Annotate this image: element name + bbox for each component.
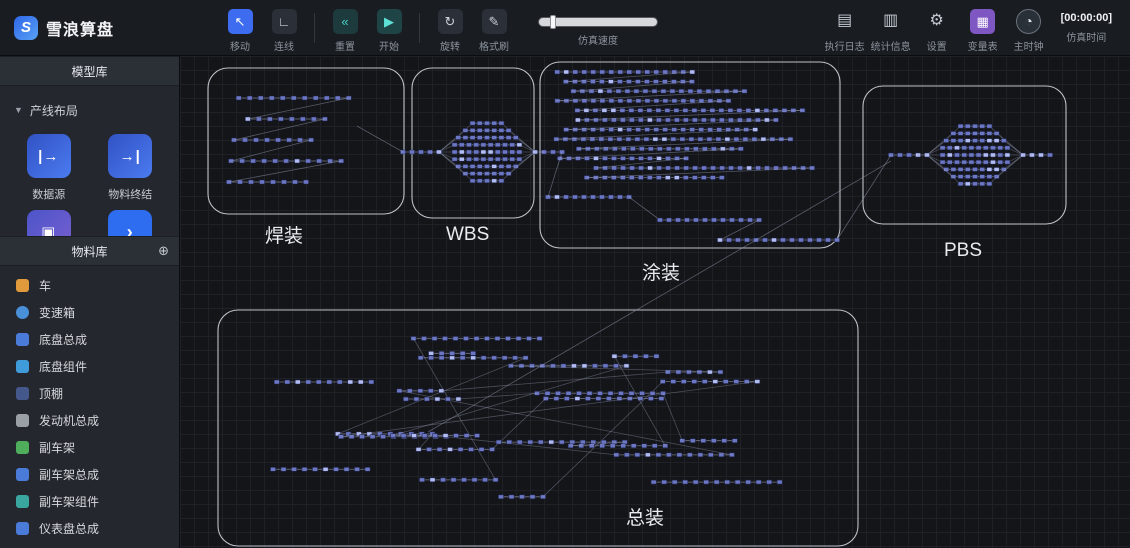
tool-group-edit: ↻ 旋转 ✎ 格式刷 (430, 3, 514, 53)
dashboard-assembly-icon (16, 522, 29, 535)
region-outline-wbs (412, 68, 534, 218)
reset-icon: « (333, 9, 358, 34)
chevron-down-icon: ▼ (14, 105, 23, 115)
region-welding[interactable]: 焊装 (208, 68, 404, 247)
settings-button[interactable]: ⚙ 设置 (917, 3, 957, 53)
subframe-assembly-icon (16, 468, 29, 481)
toolbar-separator (419, 13, 420, 43)
material-item-gearbox[interactable]: 变速箱 (0, 299, 179, 326)
region-label-pbs: PBS (944, 240, 982, 261)
material-item-car[interactable]: 车 (0, 272, 179, 299)
variable-table-icon: ▦ (970, 9, 995, 34)
car-icon (16, 279, 29, 292)
left-sidebar: 模型库 ▼ 产线布局 |→ 数据源 →| 物料终结 ▣ › (0, 56, 180, 548)
material-item-engine-assembly[interactable]: 发动机总成 (0, 407, 179, 434)
material-library-header: 物料库 ⊕ (0, 236, 179, 266)
chassis-assembly-icon (16, 333, 29, 346)
toolbar-separator (314, 13, 315, 43)
main-clock-button[interactable]: ◔ 主时钟 (1009, 3, 1049, 53)
gearbox-icon (16, 306, 29, 319)
region-painting[interactable]: 涂装 (540, 62, 840, 284)
engine-icon (16, 414, 29, 427)
subframe-icon (16, 441, 29, 454)
play-icon: ▶ (377, 9, 402, 34)
model-item-material-end[interactable]: →| 物料终结 (108, 134, 152, 202)
reset-button[interactable]: « 重置 (325, 3, 365, 53)
model-item-grid: |→ 数据源 →| 物料终结 (0, 128, 179, 210)
region-pbs[interactable]: PBS (863, 86, 1066, 261)
app-window: S 雪浪算盘 ↖ 移动 ∟ 连线 « 重置 ▶ 开始 (0, 0, 1130, 548)
document-icon: ▤ (832, 9, 857, 34)
simulation-canvas[interactable]: 焊装 WBS 涂装 PBS 总装 (180, 56, 1130, 548)
simulation-speed-control: 仿真速度 (538, 9, 658, 47)
group-production-layout[interactable]: ▼ 产线布局 (0, 92, 179, 128)
region-label-wbs: WBS (446, 224, 489, 245)
model-library-header: 模型库 (0, 56, 179, 86)
format-painter-button[interactable]: ✎ 格式刷 (474, 3, 514, 53)
model-item-partial[interactable]: ▣ (27, 210, 71, 236)
move-tool-button[interactable]: ↖ 移动 (220, 3, 260, 53)
connect-line-icon: ∟ (272, 9, 297, 34)
material-item-subframe-component[interactable]: 副车架组件 (0, 488, 179, 515)
logo: S 雪浪算盘 (0, 16, 180, 40)
material-list: 车 变速箱 底盘总成 底盘组件 顶棚 (0, 266, 179, 548)
logo-text: 雪浪算盘 (46, 16, 114, 40)
move-cursor-icon: ↖ (228, 9, 253, 34)
tool-group-playback: « 重置 ▶ 开始 (325, 3, 409, 53)
material-item-chassis-assembly[interactable]: 底盘总成 (0, 326, 179, 353)
region-label-painting: 涂装 (642, 262, 680, 284)
connect-tool-button[interactable]: ∟ 连线 (264, 3, 304, 53)
region-label-welding: 焊装 (265, 225, 303, 247)
rotate-button[interactable]: ↻ 旋转 (430, 3, 470, 53)
datasource-icon: |→ (27, 134, 71, 178)
simulation-time-label: 仿真时间 (1066, 29, 1106, 44)
format-painter-icon: ✎ (482, 9, 507, 34)
slider-handle[interactable] (550, 15, 556, 29)
rotate-icon: ↻ (438, 9, 463, 34)
statistics-button[interactable]: ▥ 统计信息 (871, 3, 911, 53)
simulation-time-value: [00:00:00] (1061, 12, 1112, 24)
statistics-icon: ▥ (878, 9, 903, 34)
model-item-partial[interactable]: › (108, 210, 152, 236)
material-item-roof[interactable]: 顶棚 (0, 380, 179, 407)
region-outline-assembly (218, 310, 858, 546)
model-item-datasource[interactable]: |→ 数据源 (27, 134, 71, 202)
material-end-icon: →| (108, 134, 152, 178)
top-toolbar: S 雪浪算盘 ↖ 移动 ∟ 连线 « 重置 ▶ 开始 (0, 0, 1130, 56)
add-material-icon[interactable]: ⊕ (158, 243, 169, 259)
simulation-speed-slider[interactable] (538, 17, 658, 27)
logo-icon: S (14, 16, 38, 40)
model-item-grid-partial: ▣ › (0, 210, 179, 236)
material-item-chassis-component[interactable]: 底盘组件 (0, 353, 179, 380)
material-item-dashboard-assembly[interactable]: 仪表盘总成 (0, 515, 179, 542)
execution-log-button[interactable]: ▤ 执行日志 (825, 3, 865, 53)
tool-group-right: ▤ 执行日志 ▥ 统计信息 ⚙ 设置 ▦ 变量表 ◔ 主时钟 [00:00:00… (825, 3, 1130, 53)
chassis-component-icon (16, 360, 29, 373)
subframe-component-icon (16, 495, 29, 508)
clock-icon: ◔ (1016, 9, 1041, 34)
material-item-subframe-assembly[interactable]: 副车架总成 (0, 461, 179, 488)
material-item-subframe[interactable]: 副车架 (0, 434, 179, 461)
region-label-assembly: 总装 (626, 507, 664, 529)
simulation-speed-label: 仿真速度 (578, 32, 618, 47)
region-assembly[interactable]: 总装 (218, 310, 858, 546)
roof-icon (16, 387, 29, 400)
tool-group-select: ↖ 移动 ∟ 连线 (220, 3, 304, 53)
simulation-time-display: [00:00:00] 仿真时间 (1061, 3, 1112, 44)
gear-icon: ⚙ (924, 9, 949, 34)
start-button[interactable]: ▶ 开始 (369, 3, 409, 53)
variable-table-button[interactable]: ▦ 变量表 (963, 3, 1003, 53)
canvas-svg[interactable]: 焊装 WBS 涂装 PBS 总装 (180, 56, 1130, 548)
